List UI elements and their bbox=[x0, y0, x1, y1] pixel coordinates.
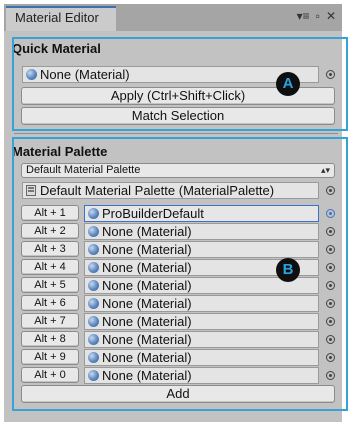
tab-bar: Material Editor ▾≡ ▫ ✕ bbox=[4, 4, 342, 31]
menu-icon[interactable]: ▾≡ bbox=[297, 9, 310, 23]
section-divider bbox=[14, 133, 338, 134]
window-controls: ▾≡ ▫ ✕ bbox=[297, 9, 336, 23]
close-icon[interactable]: ✕ bbox=[326, 9, 336, 23]
maximize-icon[interactable]: ▫ bbox=[316, 9, 320, 23]
callout-marker-b: B bbox=[276, 258, 300, 282]
callout-marker-a: A bbox=[276, 72, 300, 96]
tab-material-editor[interactable]: Material Editor bbox=[6, 6, 116, 31]
